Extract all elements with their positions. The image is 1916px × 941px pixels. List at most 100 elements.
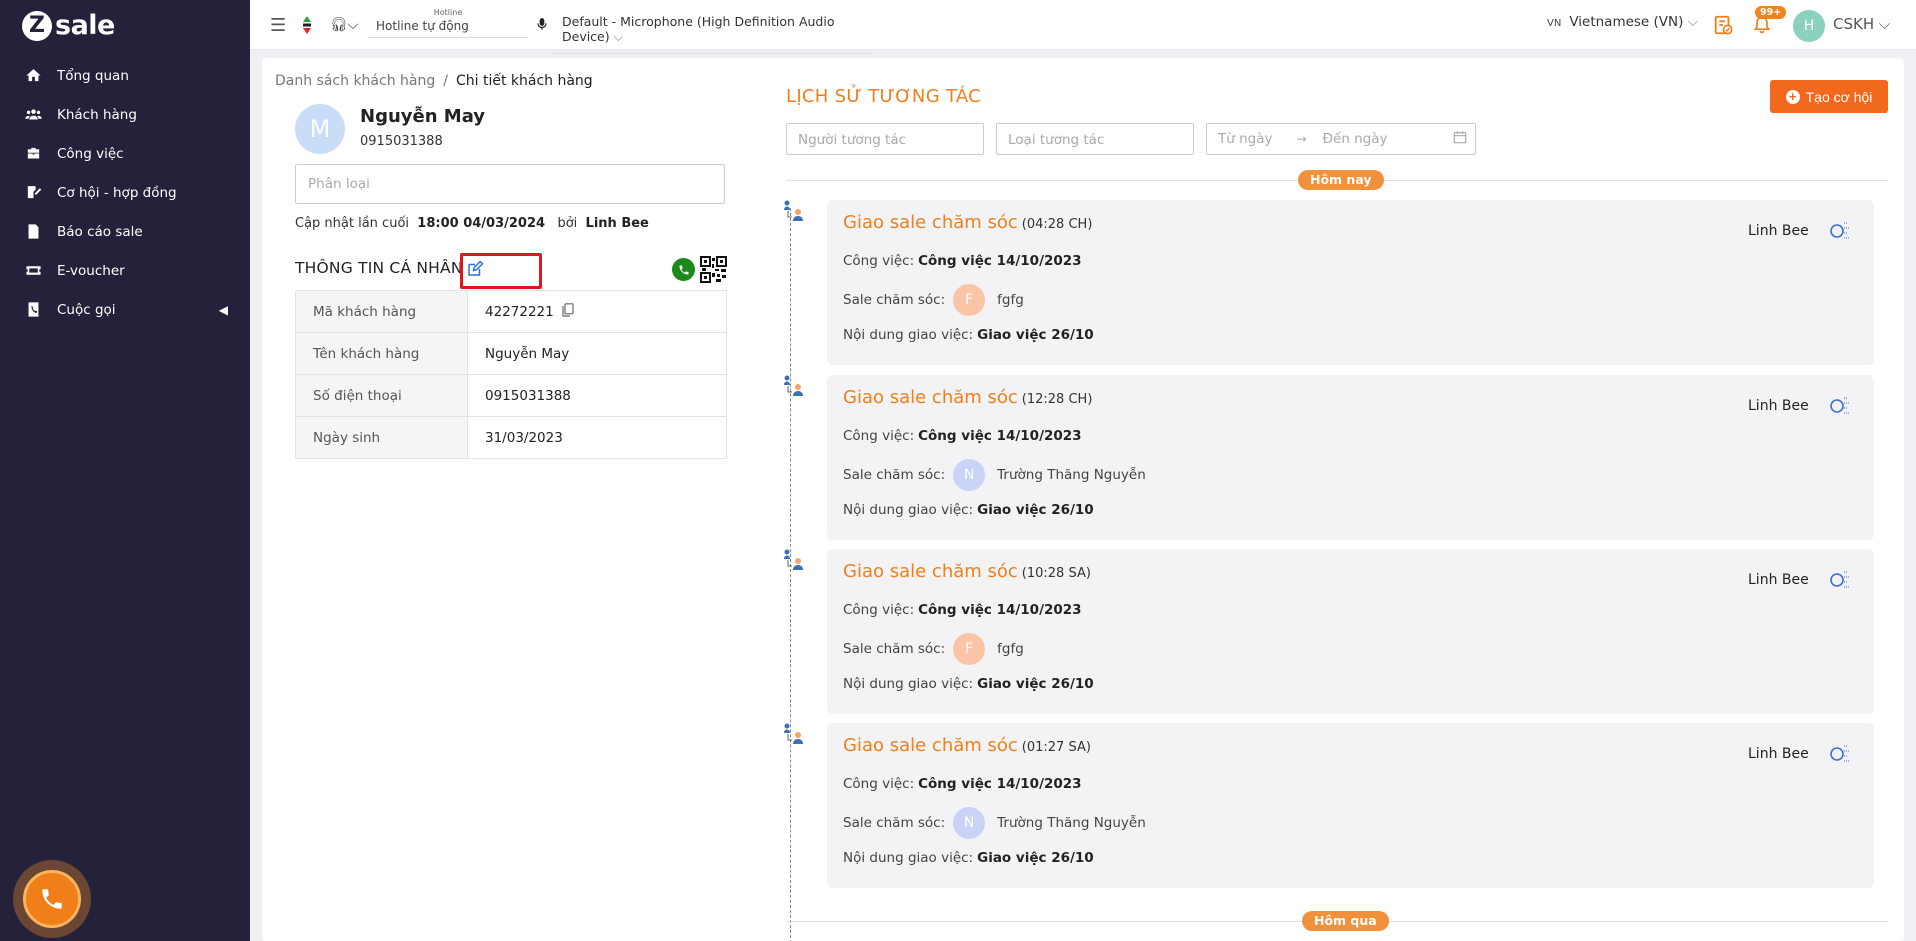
classify-placeholder: Phân loại <box>308 176 370 192</box>
content-value: Giao việc 26/10 <box>977 502 1094 518</box>
content-label: Nội dung giao việc: <box>843 676 974 692</box>
sidebar-item-customers[interactable]: Khách hàng <box>0 95 250 134</box>
breadcrumb: Danh sách khách hàng / Chi tiết khách hàng <box>275 73 593 89</box>
hotline-label: Hotline <box>433 8 463 17</box>
content-value: Giao việc 26/10 <box>977 327 1094 343</box>
field-value: 0915031388 <box>467 374 727 417</box>
chevron-down-icon: ⌵ <box>1687 14 1698 30</box>
field-key: Số điện thoại <box>295 374 468 417</box>
last-updated-by: Linh Bee <box>585 216 649 231</box>
classify-input[interactable]: Phân loại <box>295 164 725 204</box>
app-logo[interactable]: Z sale <box>22 10 115 41</box>
table-row: Số điện thoại 0915031388 <box>295 374 727 417</box>
task-label: Công việc: <box>843 776 915 792</box>
content-label: Nội dung giao việc: <box>843 850 974 866</box>
interaction-task: Công việc: Công việc 14/10/2023 <box>843 253 1082 269</box>
interaction-card[interactable]: Giao sale chăm sóc (10:28 SA) Công việc: C… <box>827 549 1874 714</box>
audio-device-select[interactable]: Default - Microphone (High Definition Au… <box>552 14 872 54</box>
interaction-card[interactable]: Giao sale chăm sóc (01:27 SA) Công việc: C… <box>827 723 1874 888</box>
create-opportunity-button[interactable]: + Tạo cơ hội <box>1770 80 1888 113</box>
interaction-time: (01:27 SA) <box>1021 740 1091 755</box>
audio-device-value: Default - Microphone (High Definition Au… <box>562 14 835 44</box>
type-filter-placeholder: Loại tương tác <box>1008 132 1105 148</box>
type-filter-input[interactable]: Loại tương tác <box>996 123 1194 155</box>
interaction-title: Giao sale chăm sóc (12:28 CH) <box>843 387 1092 408</box>
interaction-title-text: Giao sale chăm sóc <box>843 735 1018 756</box>
task-label: Công việc: <box>843 428 915 444</box>
chevron-down-icon: ⌵ <box>1878 15 1891 33</box>
sidebar-nav: Tổng quan Khách hàng Công việc Cơ hội - … <box>0 56 250 329</box>
language-select[interactable]: VN Vietnamese (VN) ⌵ <box>1547 14 1698 30</box>
call-button[interactable] <box>13 860 91 938</box>
task-value: Công việc 14/10/2023 <box>918 428 1082 444</box>
assign-sale-icon <box>782 199 806 227</box>
microphone-icon <box>535 16 549 36</box>
content-label: Nội dung giao việc: <box>843 502 974 518</box>
field-key: Mã khách hàng <box>295 290 468 333</box>
qr-code-icon[interactable] <box>700 256 727 287</box>
hotline-select[interactable]: Hotline Hotline tự động <box>368 8 528 38</box>
calendar-icon <box>1453 130 1467 148</box>
user-name: CSKH <box>1833 15 1875 33</box>
interaction-task: Công việc: Công việc 14/10/2023 <box>843 602 1082 618</box>
sidebar-item-label: Công việc <box>57 145 124 162</box>
content-value: Giao việc 26/10 <box>977 676 1094 692</box>
customer-avatar: M <box>295 104 345 154</box>
table-row: Ngày sinh 31/03/2023 <box>295 416 727 459</box>
hamburger-menu-icon[interactable]: ☰ <box>270 15 286 36</box>
sidebar-item-calls[interactable]: Cuộc gọi ◀ <box>0 290 250 329</box>
history-title: LỊCH SỬ TƯƠNG TÁC <box>786 86 982 107</box>
assign-sale-icon <box>782 548 806 576</box>
sale-label: Sale chăm sóc: <box>843 292 946 308</box>
interaction-content: Nội dung giao việc: Giao việc 26/10 <box>843 502 1094 518</box>
breadcrumb-separator: / <box>443 73 448 89</box>
actor-filter-placeholder: Người tương tác <box>798 132 907 148</box>
sidebar-item-opportunities[interactable]: Cơ hội - hợp đồng <box>0 173 250 212</box>
day-label-today: Hôm nay <box>1298 170 1384 190</box>
sidebar-item-overview[interactable]: Tổng quan <box>0 56 250 95</box>
collapse-caret-icon[interactable]: ◀ <box>219 303 228 317</box>
interaction-actor: Linh Bee <box>1748 746 1809 762</box>
sale-label: Sale chăm sóc: <box>843 815 946 831</box>
sale-name: fgfg <box>997 292 1024 308</box>
interaction-title-text: Giao sale chăm sóc <box>843 561 1018 582</box>
interaction-sale: Sale chăm sóc: Ffgfg <box>843 284 1024 316</box>
interaction-actor: Linh Bee <box>1748 398 1809 414</box>
language-code: VN <box>1547 18 1562 29</box>
interaction-time: (12:28 CH) <box>1021 392 1093 407</box>
task-label: Công việc: <box>843 253 915 269</box>
date-range-separator: → <box>1296 132 1307 146</box>
field-key: Tên khách hàng <box>295 332 468 375</box>
briefcase-icon <box>22 145 44 162</box>
actor-avatar-icon <box>1827 394 1851 418</box>
interaction-task: Công việc: Công việc 14/10/2023 <box>843 428 1082 444</box>
field-value: Nguyễn May <box>467 332 727 375</box>
date-range-picker[interactable]: Từ ngày → Đến ngày <box>1206 123 1476 155</box>
home-icon <box>22 67 44 84</box>
task-check-icon[interactable] <box>1712 14 1734 40</box>
sidebar-item-sales-report[interactable]: Báo cáo sale <box>0 212 250 251</box>
interaction-time: (04:28 CH) <box>1021 217 1093 232</box>
to-date-placeholder: Đến ngày <box>1322 131 1388 147</box>
personal-info-table: Mã khách hàng 42272221 Tên khách hàng Ng… <box>295 290 727 459</box>
interaction-card[interactable]: Giao sale chăm sóc (04:28 CH) Công việc: C… <box>827 200 1874 365</box>
content-label: Nội dung giao việc: <box>843 327 974 343</box>
sale-name: fgfg <box>997 641 1024 657</box>
actor-filter-input[interactable]: Người tương tác <box>786 123 984 155</box>
breadcrumb-parent-link[interactable]: Danh sách khách hàng <box>275 73 435 89</box>
highlight-box <box>460 253 542 289</box>
call-customer-icon[interactable] <box>672 258 695 281</box>
user-avatar[interactable]: H <box>1793 10 1825 42</box>
interaction-content: Nội dung giao việc: Giao việc 26/10 <box>843 850 1094 866</box>
sale-avatar: F <box>953 633 986 665</box>
copy-icon[interactable] <box>562 302 574 321</box>
sidebar-item-tasks[interactable]: Công việc <box>0 134 250 173</box>
user-menu[interactable]: CSKH ⌵ <box>1833 15 1890 33</box>
sidebar-item-evoucher[interactable]: E-voucher <box>0 251 250 290</box>
interaction-time: (10:28 SA) <box>1021 566 1091 581</box>
status-arrows-icon[interactable] <box>302 15 312 35</box>
interaction-card[interactable]: Giao sale chăm sóc (12:28 CH) Công việc: C… <box>827 375 1874 540</box>
report-icon <box>22 223 44 240</box>
sale-label: Sale chăm sóc: <box>843 641 946 657</box>
headset-icon[interactable]: 🎧︎⌵ <box>330 17 358 33</box>
